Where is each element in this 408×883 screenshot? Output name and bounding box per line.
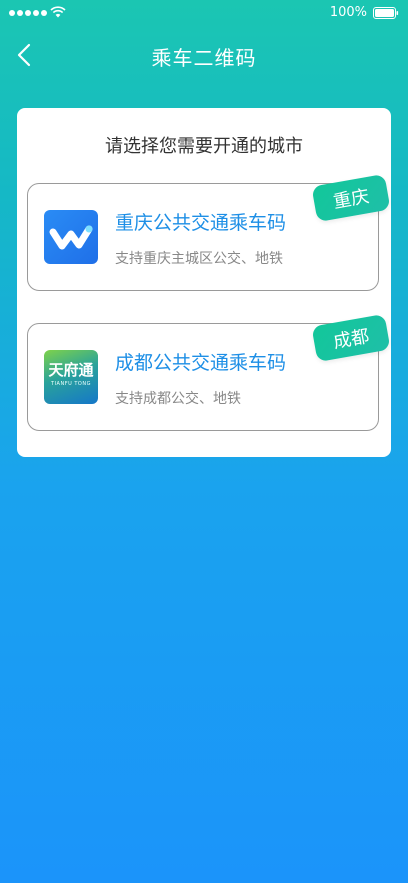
option-title: 成都公共交通乘车码 [115,352,287,374]
tianfutong-logo: 天府通 TIANFU TONG [44,362,98,387]
battery-percent: 100% [329,5,367,20]
navigation-bar: 乘车二维码 [0,32,408,78]
logo-subtext: TIANFU TONG [51,381,91,387]
card-heading: 请选择您需要开通的城市 [105,136,303,157]
chongqing-transit-option[interactable]: 重庆公共交通乘车码 支持重庆主城区公交、地铁 重庆 [27,173,391,291]
wifi-icon [50,6,66,18]
option-description: 支持成都公交、地铁 [115,391,241,407]
chengdu-transit-option[interactable]: 天府通 TIANFU TONG 成都公共交通乘车码 支持成都公交、地铁 成都 [27,313,391,431]
page-title: 乘车二维码 [151,46,257,70]
city-tag-chengdu: 成都 [311,313,391,363]
city-selection-card: 请选择您需要开通的城市 重庆公共交通乘车码 支持重庆主城区公交、地铁 重庆 天府… [17,108,391,457]
battery-icon [373,7,399,19]
option-description: 支持重庆主城区公交、地铁 [115,251,283,267]
signal-strength-icon [9,10,47,16]
status-bar: 100% [0,0,408,26]
chongqing-logo-icon [49,225,93,250]
city-tag-chongqing: 重庆 [311,173,391,223]
chengdu-app-logo: 天府通 TIANFU TONG [44,350,98,404]
option-title: 重庆公共交通乘车码 [115,212,287,234]
chongqing-app-logo [44,210,98,264]
logo-text: 天府通 [48,361,94,379]
